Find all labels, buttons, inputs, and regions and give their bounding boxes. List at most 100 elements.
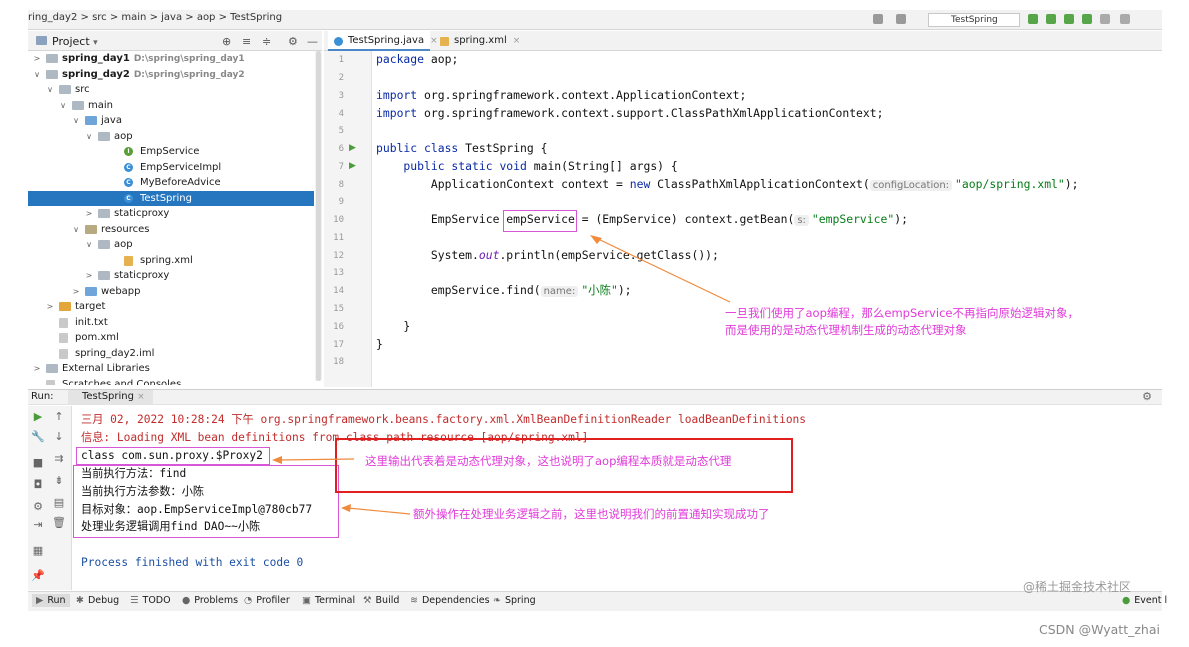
- advice-annotation: 额外操作在处理业务逻辑之前，这里也说明我们的前置通知实现成功了: [413, 507, 770, 521]
- tool-todo[interactable]: ☰ TODO: [130, 595, 171, 606]
- hide-icon[interactable]: —: [307, 35, 318, 48]
- chevron-down-icon[interactable]: ∨: [58, 98, 68, 113]
- tree-item[interactable]: C EmpServiceImpl: [28, 160, 314, 176]
- close-icon[interactable]: ×: [513, 36, 521, 46]
- tab-testspring-java[interactable]: TestSpring.java ×: [328, 31, 438, 51]
- variable-highlight-box: [503, 210, 577, 232]
- tool-dependencies[interactable]: ≋ Dependencies: [410, 595, 490, 606]
- line-number: 9: [338, 197, 344, 207]
- project-panel-title[interactable]: Project ▾: [52, 35, 98, 48]
- gear-icon[interactable]: ⚙: [1142, 390, 1152, 403]
- tree-item[interactable]: ∨ main: [28, 98, 314, 114]
- tree-item[interactable]: > staticproxy: [28, 268, 314, 284]
- tool-profiler[interactable]: ◔ Profiler: [244, 595, 290, 606]
- tree-item[interactable]: ∨ spring_day2 D:\spring\spring_day2: [28, 67, 314, 83]
- tree-item-label: spring.xml: [140, 254, 193, 266]
- pin-icon[interactable]: 📌: [31, 569, 45, 582]
- tool-event-log[interactable]: ● Event l: [1122, 595, 1167, 606]
- tree-item[interactable]: spring.xml: [28, 253, 314, 269]
- user-icon[interactable]: [896, 14, 906, 24]
- breadcrumb[interactable]: ring_day2 > src > main > java > aop > Te…: [28, 12, 282, 23]
- down-arrow-icon[interactable]: ↓: [52, 430, 66, 443]
- coverage-icon[interactable]: [1064, 14, 1074, 24]
- tree-item[interactable]: > staticproxy: [28, 206, 314, 222]
- run-method-gutter-icon[interactable]: ▶: [349, 161, 356, 171]
- text-file-icon: [59, 317, 68, 328]
- tool-run[interactable]: ▶ Run: [32, 594, 70, 607]
- project-tree-scrollbar[interactable]: [315, 51, 322, 381]
- collapse-all-icon[interactable]: ≑: [262, 35, 271, 48]
- exit-icon[interactable]: ⇥: [31, 518, 45, 531]
- soft-wrap-icon[interactable]: ⇉: [52, 452, 66, 465]
- tree-item[interactable]: ∨ aop: [28, 237, 314, 253]
- run-icon[interactable]: [1028, 14, 1038, 24]
- debug-icon[interactable]: [1046, 14, 1056, 24]
- tool-build[interactable]: ⚒ Build: [363, 595, 399, 606]
- run-label: Run:: [31, 391, 54, 402]
- tree-item[interactable]: spring_day2.iml: [28, 346, 314, 362]
- search-icon[interactable]: [1120, 14, 1130, 24]
- tree-item[interactable]: ∨ src: [28, 82, 314, 98]
- code-line: }: [376, 319, 411, 333]
- tool-problems[interactable]: ● Problems: [182, 595, 238, 606]
- chevron-right-icon[interactable]: >: [32, 361, 42, 376]
- tree-item[interactable]: C TestSpring: [28, 190, 314, 206]
- advice-highlight-box: [73, 465, 339, 538]
- chevron-down-icon[interactable]: ∨: [32, 67, 42, 82]
- tree-item-label: External Libraries: [62, 363, 150, 374]
- locate-icon[interactable]: ⊕: [222, 35, 231, 48]
- expand-all-icon[interactable]: ≡: [242, 35, 251, 48]
- chevron-right-icon[interactable]: >: [84, 206, 94, 221]
- editor-tab-bar: TestSpring.java × spring.xml ×: [324, 31, 1162, 51]
- settings-icon[interactable]: ⚙: [31, 500, 45, 513]
- wrench-icon[interactable]: 🔧: [31, 430, 45, 443]
- tree-item[interactable]: > target: [28, 299, 314, 315]
- chevron-right-icon[interactable]: >: [45, 299, 55, 314]
- trash-icon[interactable]: 🗑: [52, 516, 66, 529]
- run-config-label: TestSpring: [951, 15, 998, 25]
- chevron-down-icon[interactable]: ∨: [71, 113, 81, 128]
- tree-item[interactable]: > spring_day1 D:\spring\spring_day1: [28, 51, 314, 67]
- tree-item[interactable]: init.txt: [28, 315, 314, 331]
- run-configuration-select[interactable]: TestSpring: [928, 13, 1020, 27]
- chevron-down-icon[interactable]: ∨: [84, 129, 94, 144]
- tree-item[interactable]: pom.xml: [28, 330, 314, 346]
- camera-icon[interactable]: ◘: [31, 478, 45, 491]
- chevron-down-icon[interactable]: ∨: [45, 82, 55, 97]
- chevron-right-icon[interactable]: >: [32, 51, 42, 66]
- layout-icon[interactable]: ▦: [31, 544, 45, 557]
- tree-item[interactable]: ∨ resources: [28, 222, 314, 238]
- tree-item[interactable]: ∨ java: [28, 113, 314, 129]
- chevron-right-icon[interactable]: >: [84, 268, 94, 283]
- run-panel-header: Run: TestSpring × ⚙: [28, 389, 1162, 405]
- tree-item[interactable]: > webapp: [28, 284, 314, 300]
- stop-icon[interactable]: [1100, 14, 1110, 24]
- code-line: public class TestSpring {: [376, 141, 548, 155]
- gear-icon[interactable]: ⚙: [288, 35, 298, 48]
- rerun-icon[interactable]: ▶: [31, 410, 45, 423]
- up-arrow-icon[interactable]: ↑: [52, 410, 66, 423]
- chevron-down-icon[interactable]: ∨: [71, 222, 81, 237]
- tree-item[interactable]: I EmpService: [28, 144, 314, 160]
- tool-debug[interactable]: ✱ Debug: [76, 595, 119, 606]
- profile-icon[interactable]: [1082, 14, 1092, 24]
- tree-item[interactable]: Scratches and Consoles: [28, 377, 314, 385]
- run-tab-testspring[interactable]: TestSpring ×: [68, 390, 153, 405]
- build-icon[interactable]: [873, 14, 883, 24]
- tree-item[interactable]: ∨ aop: [28, 129, 314, 145]
- tab-spring-xml[interactable]: spring.xml ×: [434, 31, 521, 51]
- run-class-gutter-icon[interactable]: ▶: [349, 143, 356, 153]
- tree-item-label: target: [75, 301, 106, 312]
- print-icon[interactable]: ▤: [52, 496, 66, 509]
- tree-item[interactable]: C MyBeforeAdvice: [28, 175, 314, 191]
- tool-spring[interactable]: ❧ Spring: [493, 595, 536, 606]
- close-icon[interactable]: ×: [137, 392, 145, 402]
- console-line: Process finished with exit code 0: [81, 556, 304, 569]
- chevron-right-icon[interactable]: >: [71, 284, 81, 299]
- tree-item[interactable]: > External Libraries: [28, 361, 314, 377]
- scroll-to-end-icon[interactable]: ⇟: [52, 474, 66, 487]
- stop-icon[interactable]: ■: [31, 456, 45, 469]
- watermark: CSDN @Wyatt_zhai: [1039, 622, 1160, 637]
- chevron-down-icon[interactable]: ∨: [84, 237, 94, 252]
- tool-terminal[interactable]: ▣ Terminal: [302, 595, 355, 606]
